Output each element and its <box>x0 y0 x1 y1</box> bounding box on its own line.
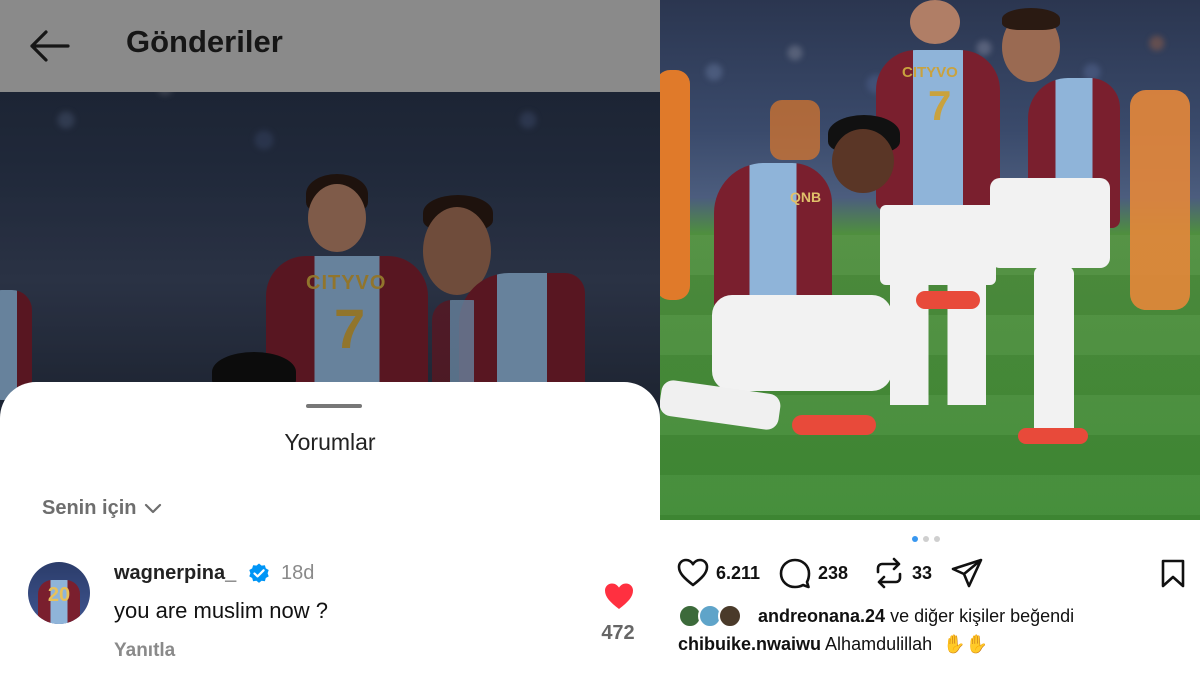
avatar-jersey-number: 20 <box>47 584 71 606</box>
comment-text: you are muslim now ? <box>114 598 328 623</box>
bookmark-icon[interactable] <box>1158 558 1188 588</box>
comments-sheet: Yorumlar Senin için 20 wagnerpina_ 18d y… <box>0 382 660 675</box>
player-shorts <box>990 178 1110 268</box>
arrow-left-icon[interactable] <box>28 28 70 64</box>
player-hair <box>1002 8 1060 30</box>
player-cleat <box>916 291 980 309</box>
chevron-down-icon <box>145 503 162 513</box>
post-actions-bar: 6.211 238 33 <box>676 556 1192 592</box>
mini-avatar <box>718 604 742 628</box>
sort-label: Senin için <box>42 497 137 519</box>
sheet-title: Yorumlar <box>284 429 376 455</box>
carousel-indicator <box>912 536 940 542</box>
post-screen: CITYVO 7 QNB 6.211 238 33 andreonana.24 … <box>660 0 1200 675</box>
player-kneeling: QNB <box>660 115 980 445</box>
liker-avatars <box>678 604 750 628</box>
post-caption: chibuike.nwaiwu Alhamdulillah ✋✋ <box>678 634 988 655</box>
heart-filled-icon[interactable] <box>604 582 634 610</box>
liked-by-row[interactable]: andreonana.24 ve diğer kişiler beğendi <box>678 604 1074 628</box>
avatar[interactable]: 20 <box>28 562 90 624</box>
player-cleat <box>1018 428 1088 444</box>
opponent-player <box>1130 90 1190 310</box>
share-button[interactable] <box>950 556 984 590</box>
carousel-dot <box>923 536 929 542</box>
reply-button[interactable]: Yanıtla <box>114 640 175 662</box>
comment-timestamp: 18d <box>281 562 315 584</box>
page-title: Gönderiler <box>126 24 283 59</box>
carousel-dot-active <box>912 536 918 542</box>
heart-outline-icon <box>677 558 709 587</box>
comment-like-count: 472 <box>601 622 635 644</box>
sort-dropdown[interactable]: Senin için <box>42 497 162 520</box>
liked-by-suffix: ve diğer kişiler beğendi <box>890 605 1075 626</box>
caption-username[interactable]: chibuike.nwaiwu <box>678 634 821 654</box>
comments-screen: CITYVO 7 Gönderiler Yorumlar Senin için <box>0 0 660 675</box>
liked-by-user[interactable]: andreonana.24 <box>758 606 885 626</box>
player-leg <box>1034 266 1074 436</box>
paper-plane-icon <box>951 558 983 588</box>
comment-bubble-icon <box>779 558 811 589</box>
header-bar: Gönderiler <box>0 0 660 92</box>
player-shorts <box>712 295 892 391</box>
player-head <box>832 129 894 193</box>
carousel-dot <box>934 536 940 542</box>
like-count: 6.211 <box>716 562 761 583</box>
repost-icon <box>876 557 902 589</box>
sheet-drag-handle[interactable] <box>306 404 362 408</box>
post-photo[interactable]: CITYVO 7 QNB <box>660 0 1200 520</box>
comment-button[interactable]: 238 <box>778 556 848 590</box>
caption-text: Alhamdulillah <box>825 634 933 654</box>
liked-by-text: andreonana.24 ve diğer kişiler beğendi <box>758 606 1074 627</box>
player-jersey: QNB <box>714 163 832 313</box>
jersey-sponsor-qnb: QNB <box>790 189 822 205</box>
comment-item: 20 wagnerpina_ 18d you are muslim now ? … <box>28 562 648 662</box>
comment-count: 238 <box>818 562 849 583</box>
comment-username[interactable]: wagnerpina_ <box>114 562 236 585</box>
raising-hands-icon: ✋✋ <box>943 634 988 654</box>
verified-badge-icon <box>249 563 269 583</box>
player-cleat <box>792 415 876 435</box>
repost-button[interactable]: 33 <box>872 556 932 590</box>
like-button[interactable]: 6.211 <box>676 556 760 590</box>
repost-count: 33 <box>912 562 933 583</box>
